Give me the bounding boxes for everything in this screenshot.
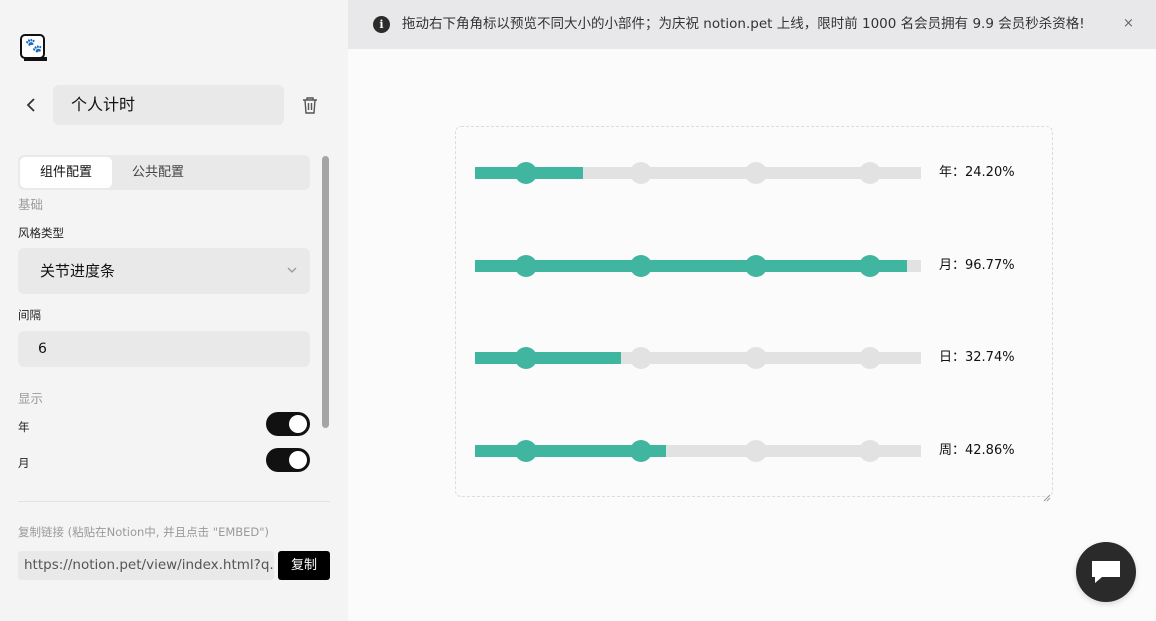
progress-joint — [744, 347, 767, 369]
progress-joint — [859, 440, 882, 462]
progress-joint — [630, 255, 653, 277]
display-section-label: 显示 — [18, 391, 44, 406]
style-type-label: 风格类型 — [18, 226, 64, 240]
close-icon[interactable]: × — [1123, 15, 1137, 33]
progress-joint — [859, 347, 882, 369]
progress-joint — [515, 347, 538, 369]
progress-label: 周：42.86% — [939, 443, 1015, 458]
notice-bar: i 拖动右下角角标以预览不同大小的小部件；为庆祝 notion.pet 上线，限… — [348, 0, 1156, 49]
progress-row: 周：42.86% — [456, 438, 1052, 464]
trash-icon[interactable] — [300, 95, 320, 115]
toggle-month-label: 月 — [18, 456, 30, 470]
progress-track — [475, 440, 921, 462]
progress-joint — [859, 255, 882, 277]
progress-label: 月：96.77% — [939, 258, 1015, 273]
progress-joint — [515, 440, 538, 462]
progress-joint — [744, 440, 767, 462]
progress-track — [475, 162, 921, 184]
toggle-year-label: 年 — [18, 420, 30, 434]
progress-joint — [630, 162, 653, 184]
style-type-value: 关节进度条 — [40, 262, 116, 280]
progress-joint — [515, 162, 538, 184]
progress-track — [475, 255, 921, 277]
progress-row: 月：96.77% — [456, 253, 1052, 279]
tab-component-config[interactable]: 组件配置 — [20, 157, 112, 188]
sidebar-scrollbar[interactable] — [322, 156, 329, 428]
copy-link-hint: 复制链接 (粘贴在Notion中, 并且点击 "EMBED") — [18, 525, 270, 539]
config-tabs: 组件配置 公共配置 — [18, 155, 310, 190]
widget-title-input[interactable]: 个人计时 — [53, 85, 284, 125]
tab-common-config[interactable]: 公共配置 — [112, 157, 204, 188]
progress-fill — [475, 352, 622, 364]
sidebar: 🐾 个人计时 组件配置 公共配置 基础 风格类型 关节进度条 间隔 6 显示 年… — [0, 0, 348, 621]
chat-icon — [1092, 561, 1120, 583]
progress-joint — [630, 440, 653, 462]
progress-row: 日：32.74% — [456, 345, 1052, 371]
toggle-month[interactable] — [266, 448, 310, 472]
style-type-select[interactable]: 关节进度条 — [18, 248, 310, 294]
info-icon: i — [373, 16, 390, 33]
toggle-year[interactable] — [266, 412, 310, 436]
resize-handle-icon[interactable] — [1043, 487, 1051, 502]
copy-button[interactable]: 复制 — [278, 551, 330, 580]
progress-track — [475, 347, 921, 369]
interval-label: 间隔 — [18, 308, 41, 322]
progress-label: 日：32.74% — [939, 350, 1015, 365]
progress-joint — [744, 162, 767, 184]
progress-joint — [744, 255, 767, 277]
notice-text: 拖动右下角角标以预览不同大小的小部件；为庆祝 notion.pet 上线，限时前… — [402, 16, 1085, 32]
chevron-down-icon — [286, 248, 298, 313]
progress-row: 年：24.20% — [456, 160, 1052, 186]
progress-joint — [859, 162, 882, 184]
chevron-left-icon[interactable] — [24, 94, 42, 116]
chat-button[interactable] — [1076, 542, 1136, 602]
widget-preview: 年：24.20% 月：96.77% 日：32.74% 周：42.86% — [455, 126, 1053, 502]
progress-joint — [630, 347, 653, 369]
progress-label: 年：24.20% — [939, 165, 1015, 180]
basic-section-label: 基础 — [18, 197, 44, 212]
embed-link-input[interactable]: https://notion.pet/view/index.html?q... — [18, 551, 274, 580]
progress-joint — [515, 255, 538, 277]
paw-logo-icon: 🐾 — [20, 34, 47, 61]
divider — [18, 501, 330, 502]
interval-input[interactable]: 6 — [18, 331, 310, 367]
progress-fill — [475, 260, 907, 272]
